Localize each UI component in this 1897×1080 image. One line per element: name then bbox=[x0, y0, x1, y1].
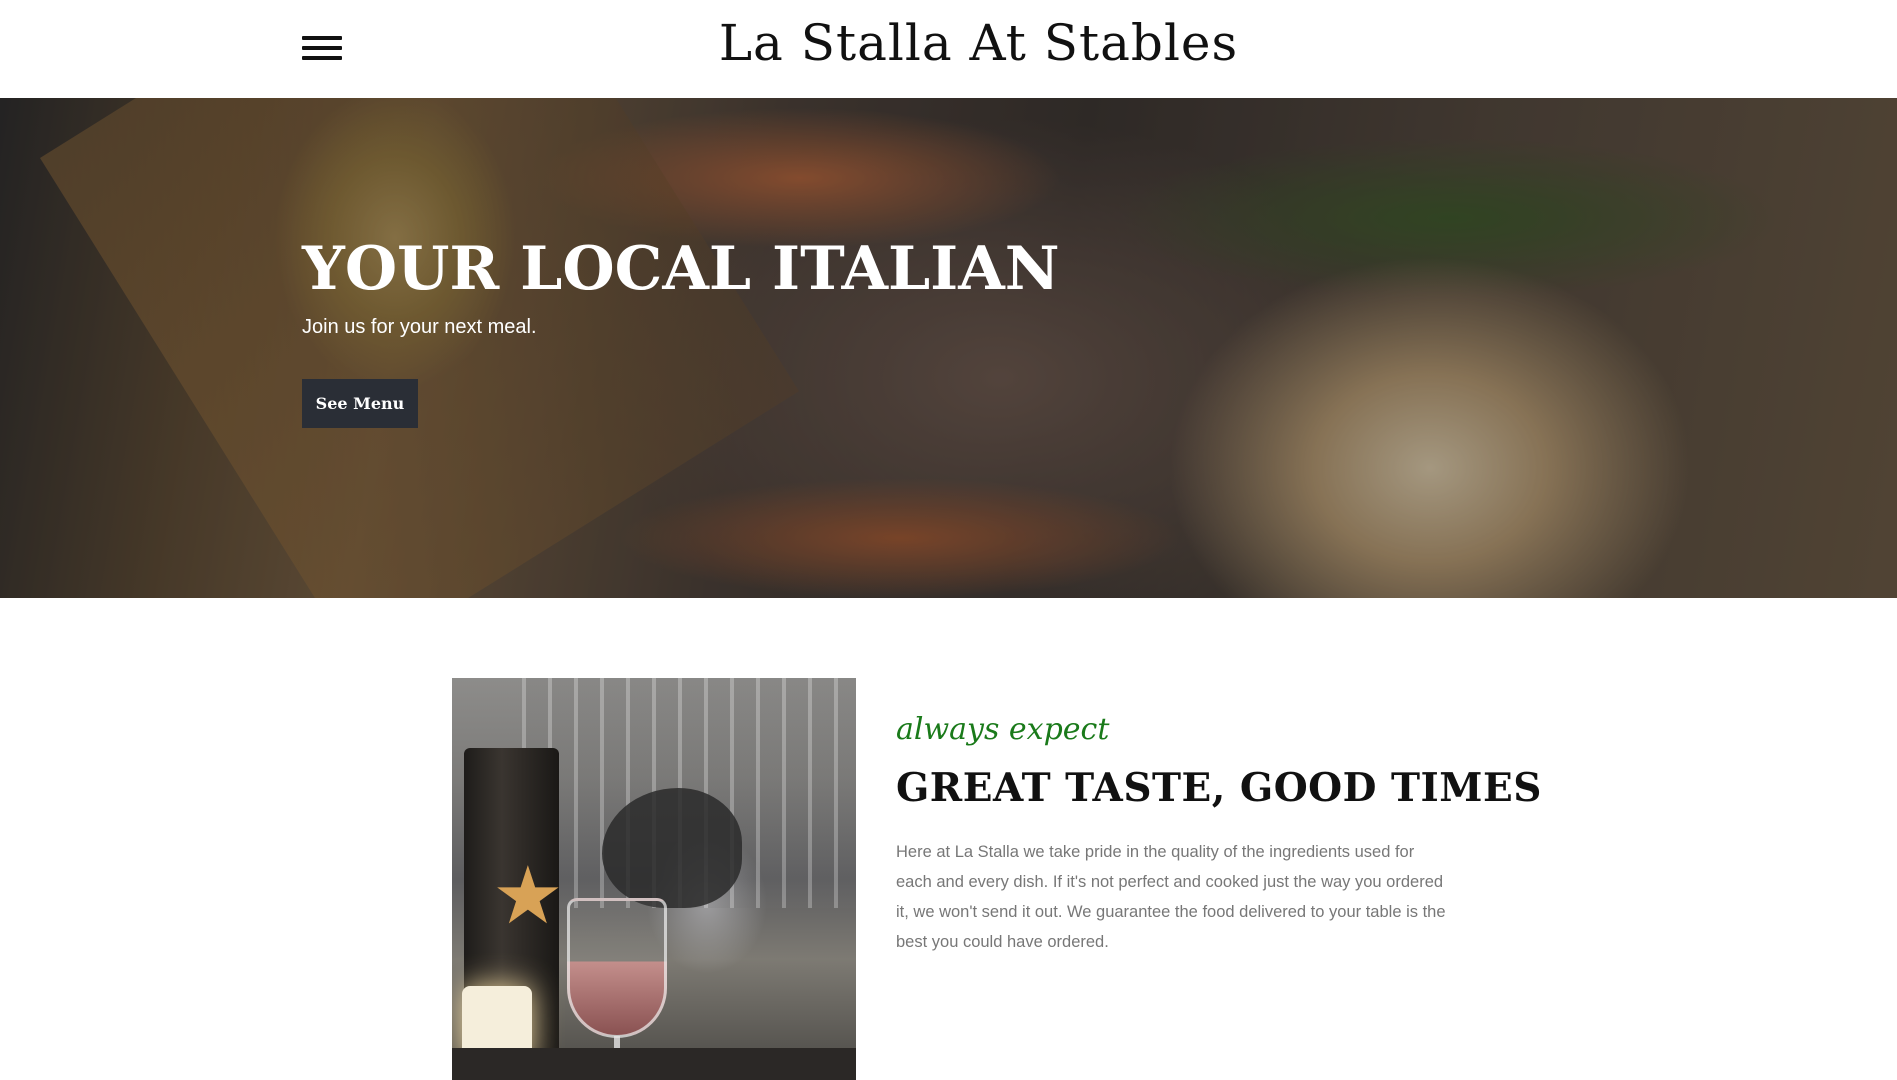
about-section: always expect GREAT TASTE, GOOD TIMES He… bbox=[896, 712, 1542, 957]
about-eyebrow: always expect bbox=[896, 712, 1110, 747]
hero-banner: YOUR LOCAL ITALIAN Join us for your next… bbox=[0, 98, 1897, 598]
hero-title: YOUR LOCAL ITALIAN bbox=[302, 234, 1060, 304]
hero-content: YOUR LOCAL ITALIAN Join us for your next… bbox=[302, 234, 1060, 428]
see-menu-button[interactable]: See Menu bbox=[302, 379, 418, 428]
star-ornament-icon: ★ bbox=[492, 851, 564, 940]
about-body: Here at La Stalla we take pride in the q… bbox=[896, 843, 1446, 951]
photo-windowsill bbox=[452, 1048, 856, 1080]
about-heading: GREAT TASTE, GOOD TIMES bbox=[896, 765, 1542, 811]
hero-subtitle: Join us for your next meal. bbox=[302, 316, 537, 338]
site-header: La Stalla At Stables bbox=[0, 0, 1897, 98]
about-photo: ★ bbox=[452, 678, 856, 1080]
site-title[interactable]: La Stalla At Stables bbox=[0, 14, 1897, 72]
